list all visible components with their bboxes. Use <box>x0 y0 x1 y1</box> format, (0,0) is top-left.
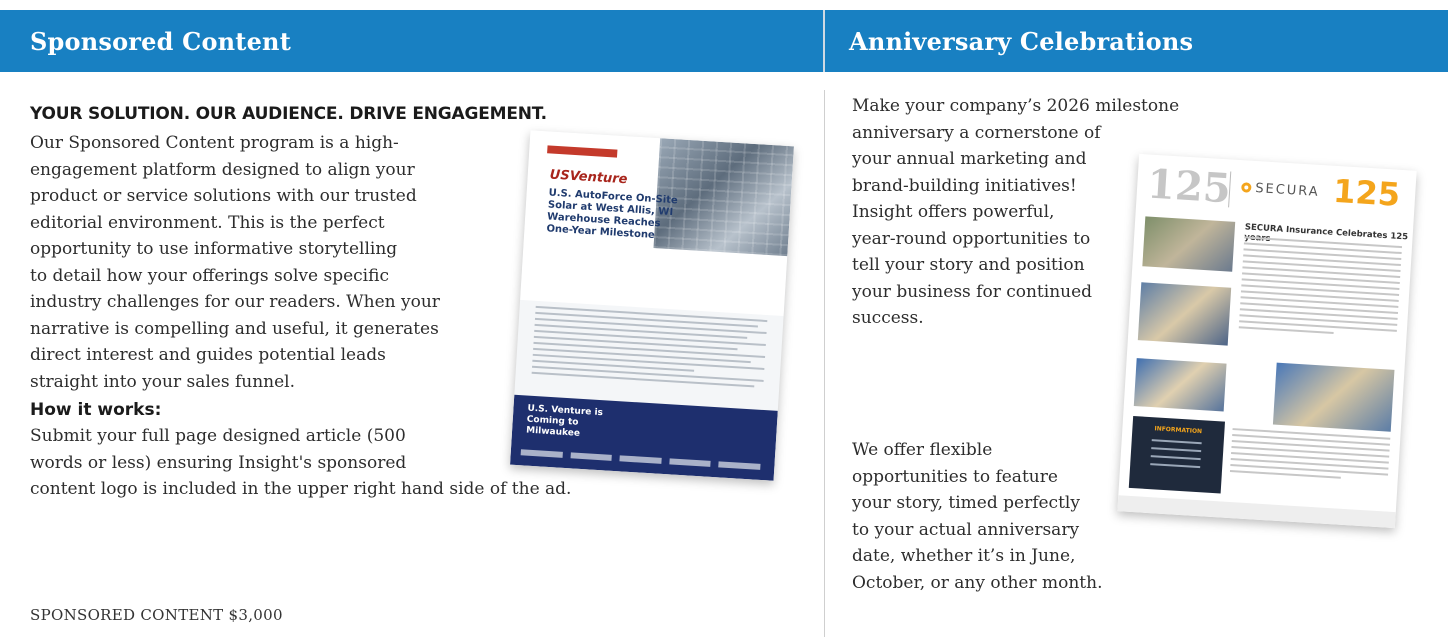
how-line: content logo is included in the upper ri… <box>30 479 572 499</box>
anniversary-article-sample: 125 SECURA 125 SECURA Insurance Celebrat… <box>1117 153 1417 529</box>
sponsored-content-price: SPONSORED CONTENT $3,000 <box>30 606 283 624</box>
sample-footer <box>1117 495 1396 529</box>
intro-line: straight into your sales funnel. <box>30 371 296 392</box>
sample-info-box: INFORMATION <box>1128 415 1226 494</box>
sample-photo <box>1272 362 1395 432</box>
sample-headline: U.S. AutoForce On-Site Solar at West All… <box>546 187 679 242</box>
sample-footer-title: U.S. Venture is Coming to Milwaukee <box>525 403 604 439</box>
secura-logo-icon <box>1241 182 1252 193</box>
para2-line: opportunities to feature <box>852 466 1058 487</box>
sponsored-content-title: Sponsored Content <box>30 26 291 56</box>
para1-line: anniversary a cornerstone of <box>852 122 1101 143</box>
sponsored-article-sample: USVenture U.S. AutoForce On-Site Solar a… <box>510 130 794 481</box>
anniversary-header: Anniversary Celebrations <box>825 10 1448 72</box>
intro-paragraph: Our Sponsored Content program is a high-… <box>30 130 495 395</box>
sample-photo <box>1133 358 1227 412</box>
para2-line: We offer flexible <box>852 440 993 460</box>
sponsored-content-header: Sponsored Content <box>0 10 823 72</box>
sample-125-accent: 125 <box>1332 171 1402 214</box>
secura-logo-text: SECURA <box>1254 181 1321 200</box>
how-it-works-heading: How it works: <box>30 400 162 420</box>
sample-body-lines <box>530 305 768 410</box>
para2-line: October, or any other month. <box>852 572 1103 593</box>
intro-line: narrative is compelling and useful, it g… <box>30 318 439 339</box>
intro-line: direct interest and guides potential lea… <box>30 345 386 365</box>
sample-photo <box>1142 216 1236 272</box>
para2-line: your story, timed perfectly <box>852 493 1080 513</box>
intro-line: product or service solutions with our tr… <box>30 186 417 206</box>
anniversary-paragraph-2: We offer flexible opportunities to featu… <box>852 437 1103 596</box>
sample-info-label: INFORMATION <box>1154 425 1203 436</box>
intro-line: industry challenges for our readers. Whe… <box>30 292 440 312</box>
tagline: YOUR SOLUTION. OUR AUDIENCE. DRIVE ENGAG… <box>30 104 547 124</box>
intro-line: engagement platform designed to align yo… <box>30 159 415 180</box>
intro-line: opportunity to use informative storytell… <box>30 239 398 259</box>
sample-photo <box>1137 282 1232 346</box>
secura-logo: SECURA <box>1241 180 1320 200</box>
para2-line: to your actual anniversary <box>852 519 1080 540</box>
sample-body-lines <box>1238 236 1403 341</box>
para2-line: date, whether it’s in June, <box>852 546 1076 566</box>
intro-line: to detail how your offerings solve speci… <box>30 265 389 286</box>
column-divider <box>824 90 825 637</box>
sample-body-lines <box>1229 428 1391 486</box>
intro-line: editorial environment. This is the perfe… <box>30 212 385 233</box>
para1-line: Make your company’s 2026 milestone <box>852 96 1180 116</box>
intro-line: Our Sponsored Content program is a high- <box>30 133 399 153</box>
sample-125-number: 125 <box>1145 160 1233 213</box>
anniversary-title: Anniversary Celebrations <box>849 26 1194 56</box>
